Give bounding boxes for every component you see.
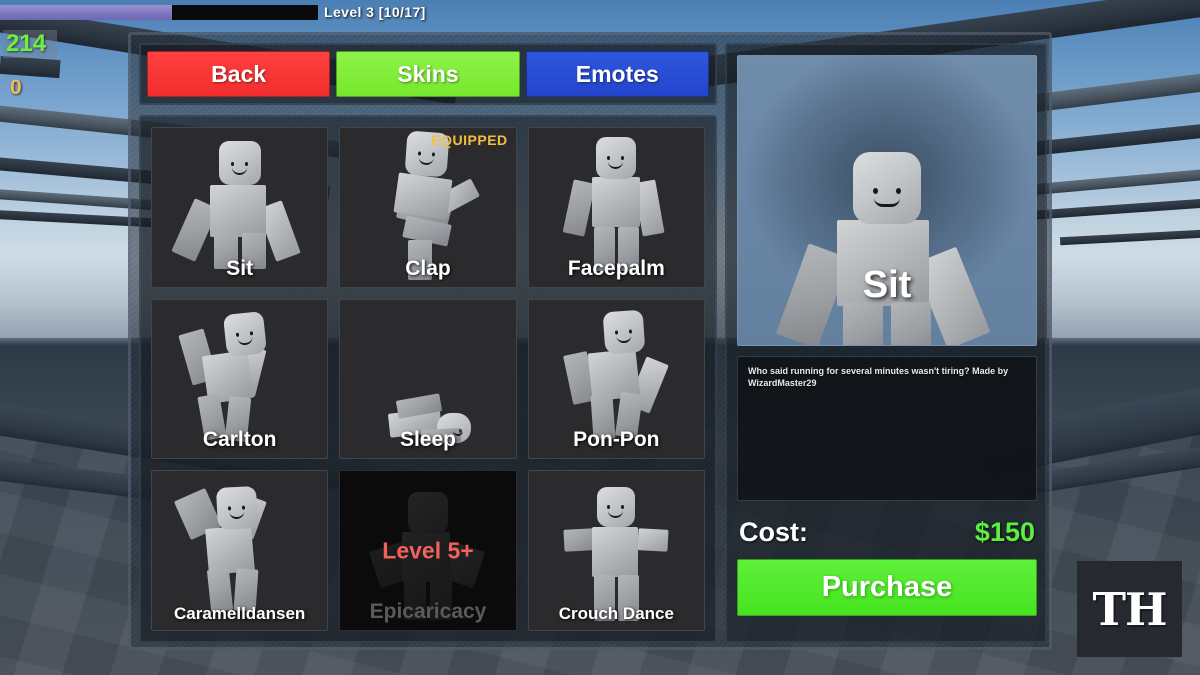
cost-row: Cost: $150 [737,515,1037,549]
emote-tile-crouch-dance[interactable]: Crouch Dance [527,470,705,631]
emote-tile-clap[interactable]: EQUIPPED Clap [339,127,517,288]
emote-label: Epicaricacy [369,600,487,623]
tab-skins[interactable]: Skins [336,51,520,97]
emote-tile-epicaricacy[interactable]: Level 5+ Epicaricacy [339,470,517,631]
xp-fill [0,5,172,20]
emote-tile-facepalm[interactable]: Facepalm [527,127,705,288]
xp-track [0,5,318,20]
emote-label: Caramelldansen [173,604,306,623]
tab-back[interactable]: Back [147,51,331,97]
description-box: Who said running for several minutes was… [737,356,1037,501]
level-text: Level 3 [10/17] [324,4,426,20]
emote-tile-sit[interactable]: Sit [151,127,329,288]
purchase-button[interactable]: Purchase [737,559,1037,616]
money-value: 214 [6,30,47,57]
emote-label: Sleep [399,428,456,452]
emote-label: Sit [226,256,254,280]
tab-skins-label: Skins [397,60,459,87]
left-column: Back Skins Emotes Sit EQUIPPED Clap Face… [139,43,717,643]
emote-grid: Sit EQUIPPED Clap Facepalm Carlton Sleep… [139,115,717,643]
watermark-text: TH [1092,582,1167,636]
tab-bar: Back Skins Emotes [139,43,717,105]
level-requirement-label: Level 5+ [382,537,474,564]
emote-tile-caramelldansen[interactable]: Caramelldansen [151,470,329,631]
preview-title: Sit [862,264,912,306]
emotes-shop-window: Back Skins Emotes Sit EQUIPPED Clap Face… [128,32,1052,650]
description-text: Who said running for several minutes was… [748,366,1009,389]
emote-label: Clap [405,256,451,280]
detail-panel: Sit Who said running for several minutes… [725,43,1047,643]
money-counter: 214 [3,30,57,58]
emote-label: Facepalm [567,256,665,280]
equipped-badge: EQUIPPED [431,132,508,148]
emote-label: Crouch Dance [558,604,674,623]
watermark-logo: TH [1077,561,1182,657]
emote-tile-sleep[interactable]: Sleep [339,298,517,460]
tab-emotes[interactable]: Emotes [525,51,709,97]
emote-preview: Sit [737,55,1037,346]
cost-label: Cost: [739,516,808,547]
coin-counter: 0 [10,76,22,99]
purchase-button-label: Purchase [821,571,953,603]
emote-label: Carlton [202,428,277,452]
emote-tile-pon-pon[interactable]: Pon-Pon [527,298,705,460]
cost-value: $150 [974,516,1035,547]
hud-xp-bar: Level 3 [10/17] [0,4,425,21]
emote-tile-carlton[interactable]: Carlton [151,298,329,460]
tab-emotes-label: Emotes [575,60,659,87]
emote-label: Pon-Pon [573,428,660,452]
tab-back-label: Back [211,60,267,87]
